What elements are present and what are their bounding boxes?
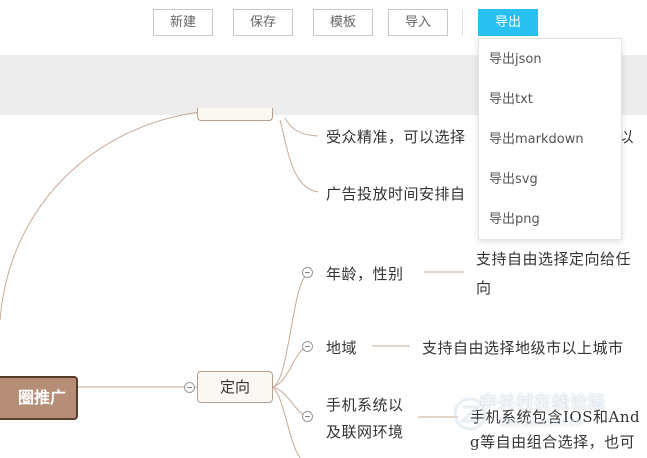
child-node-detail[interactable]: 向 [476,277,492,298]
export-png-item[interactable]: 导出png [479,200,621,240]
export-svg-item[interactable]: 导出svg [479,160,621,200]
top-branch-connector-2 [279,119,319,193]
branch-text[interactable]: 广告投放时间安排自 [326,183,466,204]
child-node-label[interactable]: 年龄，性别 [326,263,404,284]
target-child-connector-1 [272,271,311,388]
child-node-label[interactable]: 手机系统以 [326,394,404,415]
child-node-detail[interactable]: 支持自由选择地级市以上城市 [422,337,624,358]
branch-text[interactable]: 受众精准，可以选择 [326,126,466,147]
export-dropdown-menu: 导出json 导出txt 导出markdown 导出svg 导出png [478,38,622,240]
root-to-top-connector [0,111,201,321]
collapse-toggle-icon[interactable] [184,382,195,393]
collapse-toggle-icon[interactable] [302,267,313,278]
root-node[interactable]: 圈推广 [0,376,78,420]
child-node-label[interactable]: 地域 [326,337,357,358]
collapsed-parent-node[interactable] [197,108,273,121]
collapse-toggle-icon[interactable] [302,411,313,422]
child-node-detail[interactable]: 手机系统包含IOS和And [470,406,640,427]
export-txt-item[interactable]: 导出txt [479,80,621,120]
child-node-label[interactable]: 及联网环境 [326,421,404,442]
target-node[interactable]: 定向 [197,371,273,403]
export-json-item[interactable]: 导出json [479,40,621,80]
collapse-toggle-icon[interactable] [302,341,313,352]
child-node-detail[interactable]: 支持自由选择定向给任 [476,248,631,269]
child-node-detail[interactable]: g等自由组合选择，也可 [470,431,635,452]
export-markdown-item[interactable]: 导出markdown [479,120,621,160]
top-branch-connector-1 [284,117,319,137]
target-child-connector-4 [272,386,301,458]
